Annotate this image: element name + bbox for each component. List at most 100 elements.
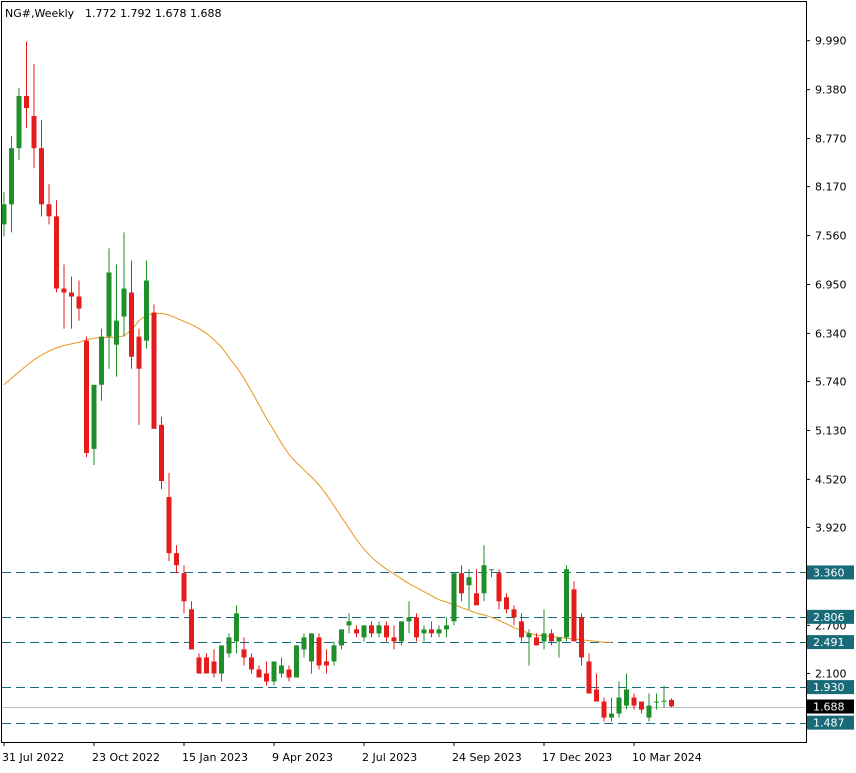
candle-body: [459, 573, 464, 594]
candle-body: [429, 629, 434, 634]
candle-body: [511, 609, 517, 618]
candle-body: [181, 573, 187, 602]
candle-body: [324, 661, 329, 666]
candle-body: [549, 633, 554, 642]
candle-body: [339, 629, 344, 646]
candle-body: [384, 625, 389, 638]
candle-body: [271, 661, 277, 682]
candle-body: [594, 689, 599, 702]
time-axis: 31 Jul 2022 23 Oct 2022 15 Jan 2023 9 Apr 2…: [2, 742, 702, 764]
candle-body: [46, 204, 52, 217]
candle-body: [609, 713, 614, 718]
x-tick-label: 17 Dec 2023: [542, 751, 612, 764]
candle-body: [616, 697, 622, 714]
level-label: 1.930: [813, 681, 845, 694]
candle-body: [1, 204, 7, 225]
candle-body: [534, 637, 539, 646]
candle-body: [489, 569, 494, 571]
y-tick-label: 3.920: [815, 522, 847, 535]
candle-body: [196, 657, 202, 674]
y-tick-label: 5.740: [815, 376, 847, 389]
candle-body: [481, 565, 487, 594]
candle-body: [414, 617, 419, 638]
candle-body: [526, 633, 532, 638]
candle-body: [661, 700, 667, 702]
candle-body: [586, 661, 592, 694]
candle-body: [669, 699, 674, 707]
candlestick-chart: 9.990 9.380 8.770 8.170 7.560 6.950 6.340 5.740…: [1, 1, 854, 764]
level-label: 2.491: [813, 636, 845, 649]
candle-body: [564, 569, 569, 638]
candle-body: [541, 633, 547, 642]
candle-body: [54, 216, 59, 289]
candle-body: [361, 625, 367, 638]
candle-body: [451, 573, 457, 622]
chart-area: 9.990 9.380 8.770 8.170 7.560 6.950 6.340 5.740…: [0, 0, 856, 769]
level-label: 2.806: [813, 611, 845, 624]
candle-body: [129, 292, 134, 357]
candle-body: [279, 665, 284, 674]
candle-body: [294, 645, 299, 678]
candle-body: [421, 629, 427, 634]
x-tick-label: 10 Mar 2024: [632, 751, 702, 764]
y-tick-label: 7.560: [815, 230, 847, 243]
x-tick-label: 31 Jul 2022: [2, 751, 64, 764]
x-tick-label: 23 Oct 2022: [92, 751, 160, 764]
candle-body: [631, 697, 637, 706]
candle-body: [474, 593, 479, 606]
candle-body: [354, 629, 359, 634]
candle-body: [31, 116, 37, 149]
candle-body: [286, 669, 292, 678]
y-tick-label: 9.990: [815, 35, 847, 48]
candle-body: [189, 609, 194, 650]
y-tick-label: 8.770: [815, 133, 847, 146]
candle-body: [16, 96, 22, 149]
candle-body: [556, 637, 562, 642]
y-tick-label: 6.950: [815, 279, 847, 292]
candle-body: [466, 577, 472, 586]
current-price-label: 1.688: [813, 701, 845, 714]
candle-body: [106, 272, 112, 337]
candle-body: [121, 288, 127, 317]
x-tick-label: 9 Apr 2023: [272, 751, 333, 764]
candle-body: [166, 497, 172, 554]
level-label: 3.360: [813, 566, 845, 579]
candle-body: [436, 629, 442, 634]
candle-body: [9, 148, 14, 205]
candle-body: [91, 384, 97, 449]
candle-body: [204, 657, 209, 674]
candle-body: [519, 621, 524, 638]
symbol-label: NG#,Weekly: [5, 7, 75, 20]
candle-body: [151, 312, 157, 429]
candle-body: [249, 657, 254, 670]
candle-body: [241, 649, 247, 658]
candle-body: [369, 625, 374, 634]
candle-body: [174, 553, 179, 566]
y-tick-label: 5.130: [815, 424, 847, 437]
candle-body: [331, 645, 337, 662]
candle-body: [226, 637, 232, 654]
x-tick-label: 24 Sep 2023: [452, 751, 522, 764]
ohlc-readout: 1.772 1.792 1.678 1.688: [85, 7, 221, 20]
y-tick-label: 8.170: [815, 181, 847, 194]
candle-body: [579, 617, 584, 658]
level-label: 1.487: [813, 717, 845, 730]
candle-body: [406, 617, 412, 622]
candle-body: [84, 340, 89, 453]
candle-body: [301, 637, 307, 650]
x-tick-label: 2 Jul 2023: [362, 751, 417, 764]
candle-body: [444, 625, 449, 630]
candle-body: [646, 705, 652, 718]
candle-body: [114, 320, 119, 345]
candle-body: [61, 288, 67, 293]
candle-body: [624, 689, 629, 706]
candle-body: [234, 613, 239, 642]
candle-body: [399, 621, 404, 642]
candle-body: [69, 292, 74, 297]
candle-body: [504, 597, 509, 610]
candle-body: [211, 661, 217, 674]
y-tick-label: 6.340: [815, 327, 847, 340]
candle-body: [99, 336, 104, 385]
candle-body: [571, 589, 577, 642]
y-tick-label: 2.100: [815, 667, 847, 680]
